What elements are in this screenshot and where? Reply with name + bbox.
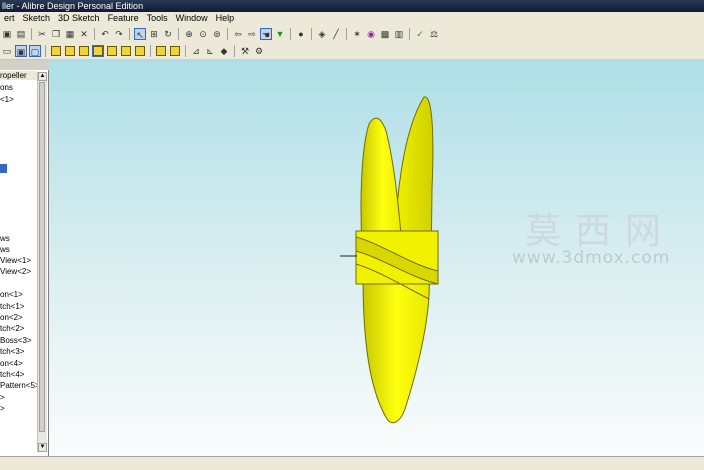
menu-bar: ert Sketch 3D Sketch Feature Tools Windo… [0, 12, 704, 25]
view-iso-icon[interactable] [135, 45, 145, 56]
tree-item[interactable]: tch<4> [0, 370, 24, 379]
tree-item[interactable]: tch<1> [0, 302, 24, 311]
section-icon[interactable]: ⊿ [190, 45, 202, 57]
tree-item[interactable]: View<1> [0, 256, 31, 265]
undo-icon[interactable]: ↶ [99, 28, 111, 40]
window-title: ller - Alibre Design Personal Edition [0, 0, 704, 12]
tree-item[interactable]: ws [0, 234, 10, 243]
balance-icon[interactable]: ⚖ [428, 28, 440, 40]
copy-icon[interactable]: ❐ [50, 28, 62, 40]
view-left-icon[interactable] [79, 45, 89, 56]
blade-lower [362, 276, 430, 424]
delete-icon[interactable]: ✕ [78, 28, 90, 40]
watermark-url: www.3dmox.com [512, 248, 671, 268]
sketch-icon[interactable]: ✶ [351, 28, 363, 40]
zoom-window-icon[interactable]: ⊙ [197, 28, 209, 40]
select-arrow-icon[interactable]: ↖ [134, 27, 146, 40]
zoom-fit-icon[interactable]: ⊚ [211, 28, 223, 40]
shaded-icon[interactable]: ▣ [15, 44, 27, 57]
scroll-down-icon[interactable]: ▼ [38, 443, 47, 452]
shading-icon[interactable]: ◆ [218, 45, 230, 57]
tree-item-selected[interactable] [0, 164, 7, 173]
view-right-icon[interactable] [92, 44, 104, 57]
explorer-scrollbar[interactable]: ▲ ▼ [37, 72, 47, 452]
render-icon[interactable]: ● [295, 28, 307, 40]
toolbar-separator [31, 27, 32, 40]
view-top-icon[interactable] [107, 45, 117, 56]
toolbar-separator [185, 44, 186, 57]
save-icon[interactable]: ▣ [1, 28, 13, 40]
toolbar-separator [234, 44, 235, 57]
menu-3d-sketch[interactable]: 3D Sketch [54, 12, 104, 25]
analysis-icon[interactable]: ⊾ [204, 45, 216, 57]
print-icon[interactable]: ▤ [15, 28, 27, 40]
material-icon[interactable]: ◉ [365, 28, 377, 40]
toolbar-separator [45, 44, 46, 57]
menu-window[interactable]: Window [172, 12, 212, 25]
view-front-icon[interactable] [51, 45, 61, 56]
grid-icon[interactable]: ▩ [379, 28, 391, 40]
back-icon[interactable]: ⇦ [232, 28, 244, 40]
menu-sketch[interactable]: Sketch [19, 12, 55, 25]
status-bar [0, 456, 704, 470]
toolbar-separator [311, 27, 312, 40]
tree-item-chevron-icon[interactable]: > [0, 404, 5, 413]
tree-item[interactable]: tch<3> [0, 347, 24, 356]
tree-item[interactable]: <1> [0, 95, 14, 104]
redo-icon[interactable]: ↷ [113, 28, 125, 40]
tree-item[interactable]: tch<2> [0, 324, 24, 333]
table-icon[interactable]: ▥ [393, 28, 405, 40]
view-rotate-icon[interactable] [170, 45, 180, 56]
pointer-icon[interactable]: ☚ [260, 27, 272, 40]
select-box-icon[interactable]: ⊞ [148, 28, 160, 40]
tree-item[interactable]: ws [0, 245, 10, 254]
tree-item[interactable]: on<1> [0, 290, 23, 299]
check-icon[interactable]: ✓ [414, 28, 426, 40]
tree-item-chevron-icon[interactable]: > [0, 393, 5, 402]
feature-icon[interactable]: ▼ [274, 28, 286, 40]
toolbar-separator [178, 27, 179, 40]
zoom-in-icon[interactable]: ⊕ [183, 28, 195, 40]
tree-item[interactable]: on<4> [0, 359, 23, 368]
menu-help[interactable]: Help [212, 12, 239, 25]
display-icon[interactable]: ▭ [1, 45, 13, 57]
scroll-thumb[interactable] [39, 82, 45, 432]
menu-insert[interactable]: ert [0, 12, 19, 25]
toolbar-separator [227, 27, 228, 40]
toolbar-separator [346, 27, 347, 40]
toolbar-separator [150, 44, 151, 57]
tree-item[interactable]: Pattern<5> [0, 381, 40, 390]
view-toolbar: ▭ ▣ ▢ ⊿ ⊾ ◆ ⚒ ⚙ [0, 42, 704, 60]
standard-toolbar: ▣ ▤ ✂ ❐ ▦ ✕ ↶ ↷ ↖ ⊞ ↻ ⊕ ⊙ ⊚ ⇦ ⇨ ☚ ▼ ● ◈ … [0, 25, 704, 43]
line-icon[interactable]: ╱ [330, 28, 342, 40]
tree-item[interactable]: View<2> [0, 267, 31, 276]
toolbar-separator [290, 27, 291, 40]
toolbar-separator [129, 27, 130, 40]
menu-feature[interactable]: Feature [104, 12, 143, 25]
cut-icon[interactable]: ✂ [36, 28, 48, 40]
toolbar-separator [409, 27, 410, 40]
toolbar-separator [94, 27, 95, 40]
view-normal-icon[interactable] [156, 45, 166, 56]
tree-item[interactable]: on<2> [0, 313, 23, 322]
tree-item[interactable]: Boss<3> [0, 336, 32, 345]
forward-icon[interactable]: ⇨ [246, 28, 258, 40]
tree-root[interactable]: ropeller [0, 71, 37, 80]
view-bottom-icon[interactable] [121, 45, 131, 56]
paste-icon[interactable]: ▦ [64, 28, 76, 40]
tree-item[interactable]: ons [0, 83, 13, 92]
menu-tools[interactable]: Tools [143, 12, 172, 25]
rotate-icon[interactable]: ↻ [162, 28, 174, 40]
options-icon[interactable]: ⚙ [253, 45, 265, 57]
watermark-chinese: 莫西网 [525, 211, 676, 252]
measure-icon[interactable]: ◈ [316, 28, 328, 40]
view-back-icon[interactable] [65, 45, 75, 56]
tools-icon[interactable]: ⚒ [239, 45, 251, 57]
wireframe-icon[interactable]: ▢ [29, 44, 41, 57]
scroll-up-icon[interactable]: ▲ [38, 72, 47, 81]
